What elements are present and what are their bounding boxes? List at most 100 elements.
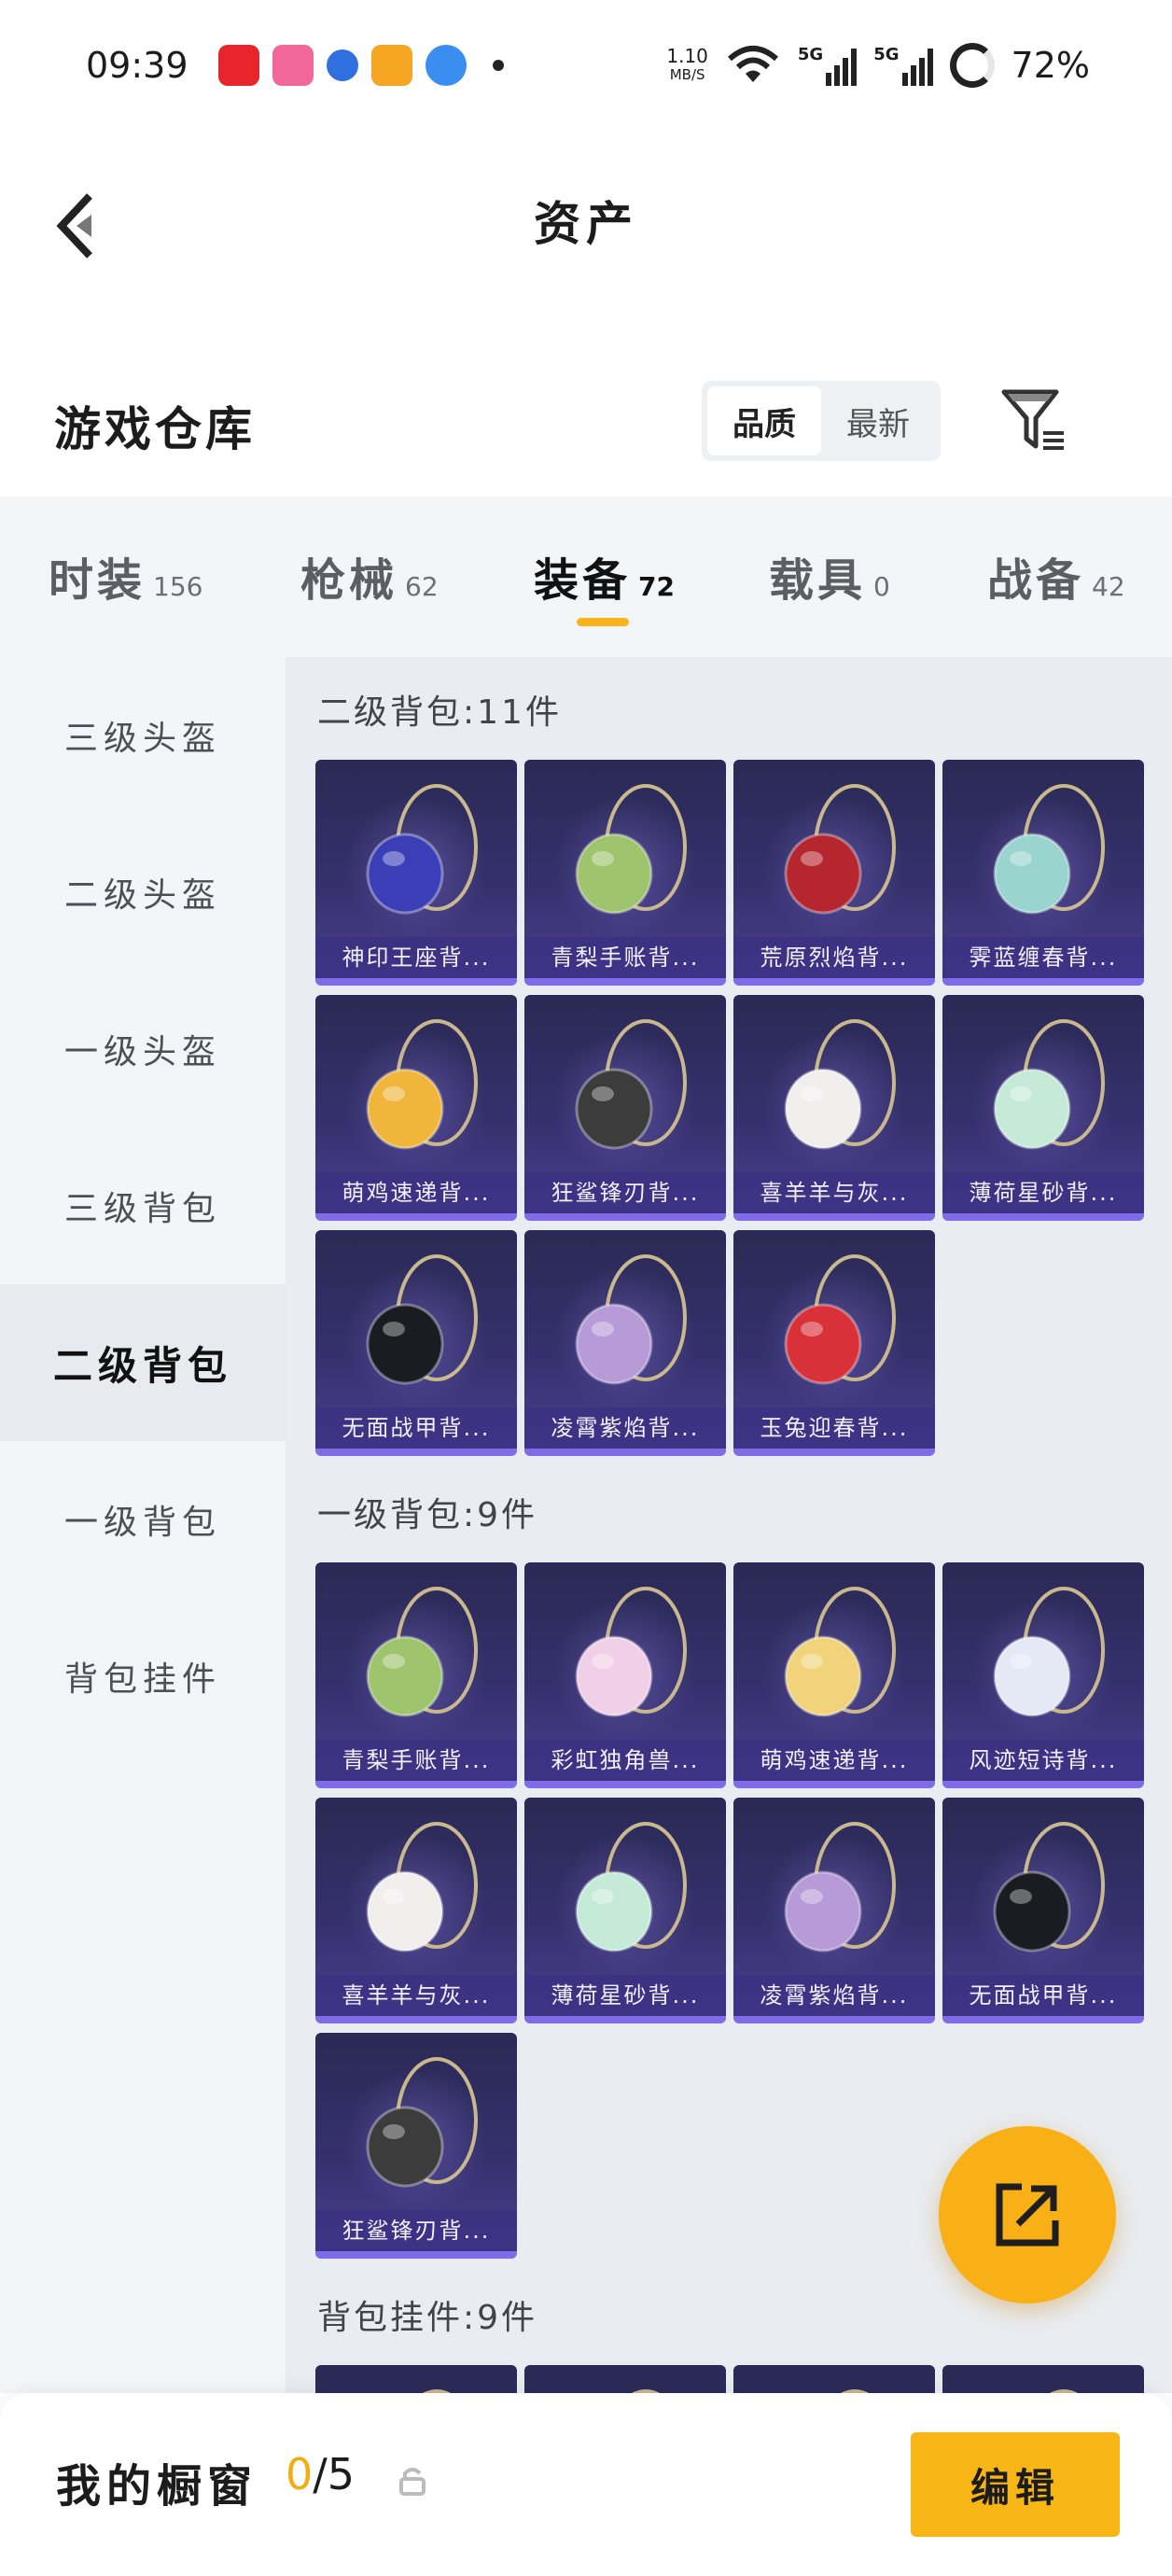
bottom-bar: 我的橱窗 0/5 编辑 [0, 2393, 1172, 2576]
item-card[interactable]: 无面战甲背... [942, 1798, 1144, 2023]
item-card[interactable]: 狂鲨锋刃背... [524, 995, 726, 1221]
section-title: 一级背包:9件 [317, 1496, 538, 1534]
item-card[interactable]: 薄荷星砂背... [524, 1798, 726, 2023]
notification-icons [217, 45, 504, 86]
active-tab-indicator [577, 618, 629, 626]
share-external-icon [996, 2183, 1059, 2247]
item-name: 凌霄紫焰背... [733, 1975, 935, 2016]
sidebar-item-backpack-pendant[interactable]: 背包挂件 [0, 1598, 286, 1755]
item-name: 彩虹独角兽... [524, 1740, 726, 1781]
my-showcase-label: 我的橱窗 [56, 2460, 258, 2513]
item-name: 狂鲨锋刃背... [524, 1172, 726, 1213]
item-name: 玉兔迎春背... [733, 1407, 935, 1449]
app-notification-icon [370, 45, 412, 86]
filter-icon[interactable] [998, 385, 1069, 455]
item-card[interactable]: 风迹短诗背... [942, 1562, 1144, 1788]
item-name: 青梨手账背... [315, 1740, 517, 1781]
tab-count: 42 [1092, 571, 1125, 602]
tab-label: 枪械 [300, 554, 398, 607]
purple-flame-backpack-icon [575, 1254, 687, 1385]
header: 资产 [0, 131, 1172, 308]
item-name: 萌鸡速递背... [733, 1740, 935, 1781]
wind-poem-backpack-icon [993, 1587, 1105, 1717]
page: 09:39 1.10 MB/S 5G 5G 72% 资产 游戏仓库 品质 最新 … [0, 0, 1172, 2576]
item-card[interactable]: 荒原烈焰背... [733, 760, 935, 986]
pendant-icon [423, 2389, 451, 2393]
shark-blade-backpack-icon [366, 2057, 478, 2188]
sidebar: 三级头盔 二级头盔 一级头盔 三级背包 二级背包 一级背包 背包挂件 [0, 657, 286, 2393]
tab-label: 时装 [49, 554, 146, 607]
royal-seal-backpack-icon [366, 784, 478, 915]
sidebar-item-level1-helmet[interactable]: 一级头盔 [0, 971, 286, 1127]
tab-count: 72 [638, 571, 675, 602]
tab-equipment[interactable]: 装备 72 [534, 543, 675, 609]
purple-flame-backpack-icon [784, 1822, 896, 1953]
item-name: 凌霄紫焰背... [524, 1407, 726, 1449]
item-name: 无面战甲背... [942, 1975, 1144, 2016]
app-notification-icon [326, 49, 358, 81]
tab-label: 装备 [534, 554, 632, 607]
item-name: 薄荷星砂背... [524, 1975, 726, 2016]
item-card[interactable]: 玉兔迎春背... [733, 1230, 935, 1456]
app-notification-icon [217, 45, 259, 86]
section-title: 二级背包:11件 [317, 693, 562, 732]
status-bar: 09:39 1.10 MB/S 5G 5G 72% [0, 0, 1172, 131]
sidebar-item-level3-backpack[interactable]: 三级背包 [0, 1127, 286, 1284]
item-card[interactable]: 萌鸡速递背... [315, 995, 517, 1221]
status-right: 1.10 MB/S 5G 5G 72% [666, 43, 1090, 88]
warehouse-header: 游戏仓库 品质 最新 [0, 364, 1172, 495]
item-card[interactable]: 神印王座背... [315, 760, 517, 986]
tab-tactical[interactable]: 战备 42 [987, 543, 1125, 609]
signal-icon: 5G [798, 45, 858, 86]
item-card[interactable]: 萌鸡速递背... [733, 1562, 935, 1788]
item-card[interactable]: 彩虹独角兽... [524, 1562, 726, 1788]
item-card[interactable]: 青梨手账背... [524, 760, 726, 986]
showcase-total: /5 [313, 2449, 356, 2499]
item-card[interactable]: 喜羊羊与灰... [315, 1798, 517, 2023]
showcase-count: 0/5 [286, 2449, 355, 2499]
sidebar-item-level2-backpack[interactable]: 二级背包 [0, 1284, 286, 1441]
mint-star-backpack-icon [575, 1822, 687, 1953]
mint-star-backpack-icon [993, 1019, 1105, 1150]
battery-percent: 72% [1011, 45, 1090, 86]
status-time: 09:39 [86, 45, 188, 86]
item-card[interactable]: 青梨手账背... [315, 1562, 517, 1788]
sheep-backpack-icon [784, 1019, 896, 1150]
edit-button[interactable]: 编辑 [911, 2432, 1120, 2537]
item-card[interactable]: 无面战甲背... [315, 1230, 517, 1456]
sidebar-item-level2-helmet[interactable]: 二级头盔 [0, 814, 286, 971]
tab-count: 62 [405, 571, 439, 602]
item-card[interactable] [733, 2365, 935, 2393]
item-name: 风迹短诗背... [942, 1740, 1144, 1781]
item-name: 荒原烈焰背... [733, 937, 935, 978]
showcase-current: 0 [286, 2449, 314, 2499]
item-card[interactable]: 狂鲨锋刃背... [315, 2033, 517, 2259]
item-name: 狂鲨锋刃背... [315, 2210, 517, 2251]
more-notifications-dot [492, 60, 504, 71]
blue-spring-backpack-icon [993, 784, 1105, 915]
item-card[interactable]: 喜羊羊与灰... [733, 995, 935, 1221]
lock-icon [399, 2468, 426, 2496]
sort-newest-button[interactable]: 最新 [821, 386, 935, 455]
item-card[interactable]: 薄荷星砂背... [942, 995, 1144, 1221]
tab-fashion[interactable]: 时装 156 [49, 543, 202, 609]
tab-guns[interactable]: 枪械 62 [300, 543, 439, 609]
sort-quality-button[interactable]: 品质 [707, 386, 821, 455]
item-card[interactable] [942, 2365, 1144, 2393]
sidebar-item-level3-helmet[interactable]: 三级头盔 [0, 657, 286, 814]
net-speed-unit: MB/S [669, 66, 705, 83]
item-card[interactable]: 凌霄紫焰背... [733, 1798, 935, 2023]
item-card[interactable] [315, 2365, 517, 2393]
tab-vehicles[interactable]: 载具 0 [769, 543, 890, 609]
item-name: 神印王座背... [315, 937, 517, 978]
share-button[interactable] [939, 2126, 1116, 2303]
item-card[interactable] [524, 2365, 726, 2393]
item-card[interactable]: 霁蓝缠春背... [942, 760, 1144, 986]
sheep-backpack-icon [366, 1822, 478, 1953]
pendant-icon [632, 2389, 660, 2393]
item-name: 无面战甲背... [315, 1407, 517, 1449]
tab-label: 载具 [769, 554, 867, 607]
sidebar-item-level1-backpack[interactable]: 一级背包 [0, 1441, 286, 1598]
item-card[interactable]: 凌霄紫焰背... [524, 1230, 726, 1456]
wifi-icon [727, 46, 778, 82]
